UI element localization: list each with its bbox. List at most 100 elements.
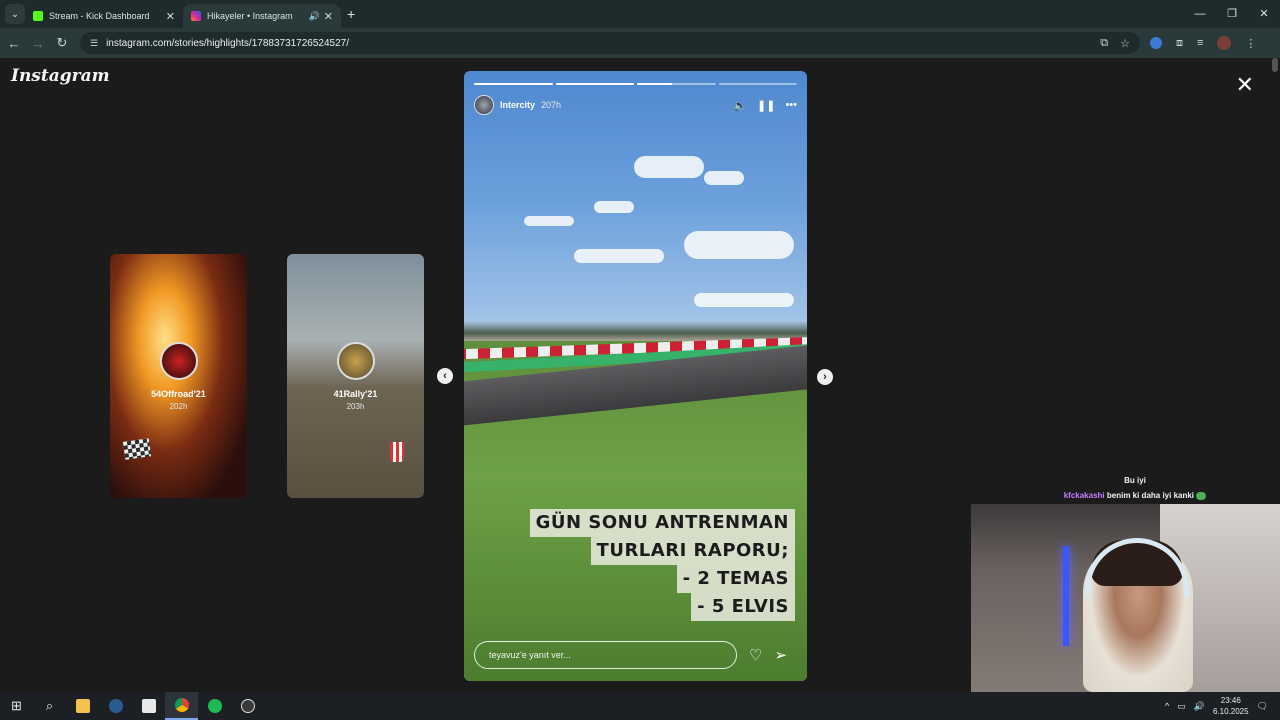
chevron-up-icon[interactable]: ^ [1165, 701, 1169, 711]
story-header: Intercity 207h 🔈 ❚❚ ••• [474, 95, 797, 115]
scrollbar[interactable] [1272, 58, 1278, 72]
forward-button[interactable]: → [26, 36, 50, 51]
kick-favicon-icon [33, 11, 43, 21]
story-controls: 🔈 ❚❚ ••• [733, 99, 797, 112]
story-username[interactable]: Intercity [500, 100, 535, 110]
extensions-area: ⧈ ≡ ⋮ [1150, 36, 1256, 50]
desktop: ⌄ Stream - Kick Dashboard ✕ Hikayeler • … [0, 0, 1280, 720]
story-time: 207h [541, 100, 562, 110]
cloud [694, 293, 794, 307]
steam-icon[interactable] [99, 692, 132, 720]
system-tray: ^ ▭ 🔊 23:46 6.10.2025 🗨 [1165, 692, 1280, 720]
cloud [634, 156, 704, 178]
preview-time: 202h [169, 402, 188, 411]
chat-username: kfckakashi [1063, 491, 1105, 500]
pause-icon[interactable]: ❚❚ [757, 99, 775, 112]
close-window-button[interactable]: ✕ [1248, 0, 1280, 28]
network-icon[interactable]: ▭ [1177, 701, 1186, 712]
reply-row: ♡ ➢ [474, 641, 797, 669]
search-icon[interactable]: ⌕ [33, 692, 66, 720]
caption-line: - 2 TEMAS [676, 565, 795, 593]
avatar [336, 342, 375, 380]
chat-message: kfckakashi benim ki daha iyi kanki [1000, 491, 1270, 500]
extensions-puzzle-icon[interactable]: ⧈ [1176, 37, 1183, 50]
story-caption: GÜN SONU ANTRENMAN TURLARI RAPORU; - 2 T… [529, 509, 795, 621]
chat-text: Bu iyi [1124, 476, 1146, 485]
instagram-logo[interactable]: Instagram [11, 66, 110, 86]
browser-toolbar: ← → ↻ ☰ instagram.com/stories/highlights… [0, 28, 1280, 58]
progress-segment [474, 83, 553, 85]
neon-light [1063, 546, 1069, 646]
tab-label: Hikayeler • Instagram [207, 11, 293, 21]
popcorn-sticker-icon [390, 442, 404, 462]
clock[interactable]: 23:46 6.10.2025 [1213, 695, 1249, 717]
notifications-icon[interactable]: 🗨 [1257, 701, 1268, 712]
back-button[interactable]: ← [2, 36, 26, 51]
reply-input[interactable] [474, 641, 737, 669]
tab-search-button[interactable]: ⌄ [5, 4, 25, 24]
preview-username: 54Offroad'21 [151, 389, 206, 399]
progress-segment [637, 83, 716, 85]
close-tab-icon[interactable]: ✕ [324, 10, 333, 23]
reload-button[interactable]: ↻ [50, 35, 74, 51]
tab-audio-icon[interactable]: 🔊 [309, 11, 320, 22]
chat-text: benim ki daha iyi kanki [1106, 491, 1195, 500]
send-icon[interactable]: ➢ [774, 646, 787, 664]
volume-icon[interactable]: 🔈 [733, 99, 747, 112]
tab-kick-dashboard[interactable]: Stream - Kick Dashboard ✕ [25, 4, 183, 28]
menu-kebab-icon[interactable]: ⋮ [1245, 37, 1256, 50]
cloud [594, 201, 634, 213]
spotify-icon[interactable] [198, 692, 231, 720]
restore-button[interactable]: ❐ [1216, 0, 1248, 28]
url-text: instagram.com/stories/highlights/1788373… [106, 37, 350, 49]
window-controls: — ❐ ✕ [1184, 0, 1280, 28]
microsoft-store-icon[interactable] [132, 692, 165, 720]
more-options-icon[interactable]: ••• [785, 99, 797, 111]
tab-label: Stream - Kick Dashboard [49, 11, 150, 21]
caption-line: - 5 ELVIS [691, 593, 795, 621]
emote-icon [1196, 491, 1207, 500]
close-tab-icon[interactable]: ✕ [166, 10, 175, 23]
file-explorer-icon[interactable] [66, 692, 99, 720]
chrome-icon[interactable] [165, 692, 198, 720]
bookmark-star-icon[interactable]: ☆ [1120, 37, 1130, 50]
preview-username: 41Rally'21 [333, 389, 378, 399]
stream-chat-overlay: Bu iyi kfckakashi benim ki daha iyi kank… [1000, 476, 1270, 506]
extension-icon[interactable] [1150, 37, 1162, 49]
progress-segment [718, 83, 797, 85]
close-stories-icon[interactable]: ✕ [1236, 72, 1254, 98]
new-tab-button[interactable]: + [347, 6, 355, 22]
windows-start-icon[interactable]: ⊞ [0, 692, 33, 720]
story-progress [474, 83, 797, 85]
caption-line: GÜN SONU ANTRENMAN [529, 509, 795, 537]
obs-icon[interactable] [231, 692, 264, 720]
avatar[interactable] [474, 95, 494, 115]
progress-segment [555, 83, 634, 85]
story-preview-54offroad[interactable]: 54Offroad'21 202h [110, 254, 247, 498]
instagram-favicon-icon [191, 11, 201, 21]
checkered-flag-icon [122, 438, 152, 460]
clock-date: 6.10.2025 [1212, 707, 1249, 716]
avatar [159, 342, 198, 380]
caption-line: TURLARI RAPORU; [590, 537, 795, 565]
windows-taskbar: ⊞ ⌕ ^ ▭ 🔊 23:46 6.10.2025 🗨 [0, 692, 1280, 720]
address-bar[interactable]: ☰ instagram.com/stories/highlights/17883… [80, 32, 1140, 54]
next-story-button[interactable]: › [817, 369, 833, 385]
minimize-button[interactable]: — [1184, 0, 1216, 28]
stories-viewer: Instagram ✕ 54Offroad'21 202h 41Rally'21… [0, 58, 1280, 692]
cloud [704, 171, 744, 185]
webcam-overlay [971, 504, 1280, 692]
cloud [524, 216, 574, 226]
volume-icon[interactable]: 🔊 [1194, 701, 1205, 712]
site-info-icon[interactable]: ☰ [90, 38, 98, 49]
media-control-icon[interactable]: ≡ [1197, 37, 1203, 49]
install-app-icon[interactable]: ⧉ [1100, 37, 1108, 50]
preview-time: 203h [346, 402, 365, 411]
story-preview-41rally[interactable]: 41Rally'21 203h [287, 254, 424, 498]
previous-story-button[interactable]: ‹ [437, 368, 453, 384]
story-frame[interactable]: Intercity 207h 🔈 ❚❚ ••• GÜN SONU ANTRENM… [464, 71, 807, 681]
tab-instagram[interactable]: Hikayeler • Instagram 🔊 ✕ [183, 4, 341, 28]
browser-tab-bar: ⌄ Stream - Kick Dashboard ✕ Hikayeler • … [0, 0, 1280, 28]
like-heart-icon[interactable]: ♡ [749, 646, 762, 664]
profile-avatar[interactable] [1217, 36, 1232, 50]
